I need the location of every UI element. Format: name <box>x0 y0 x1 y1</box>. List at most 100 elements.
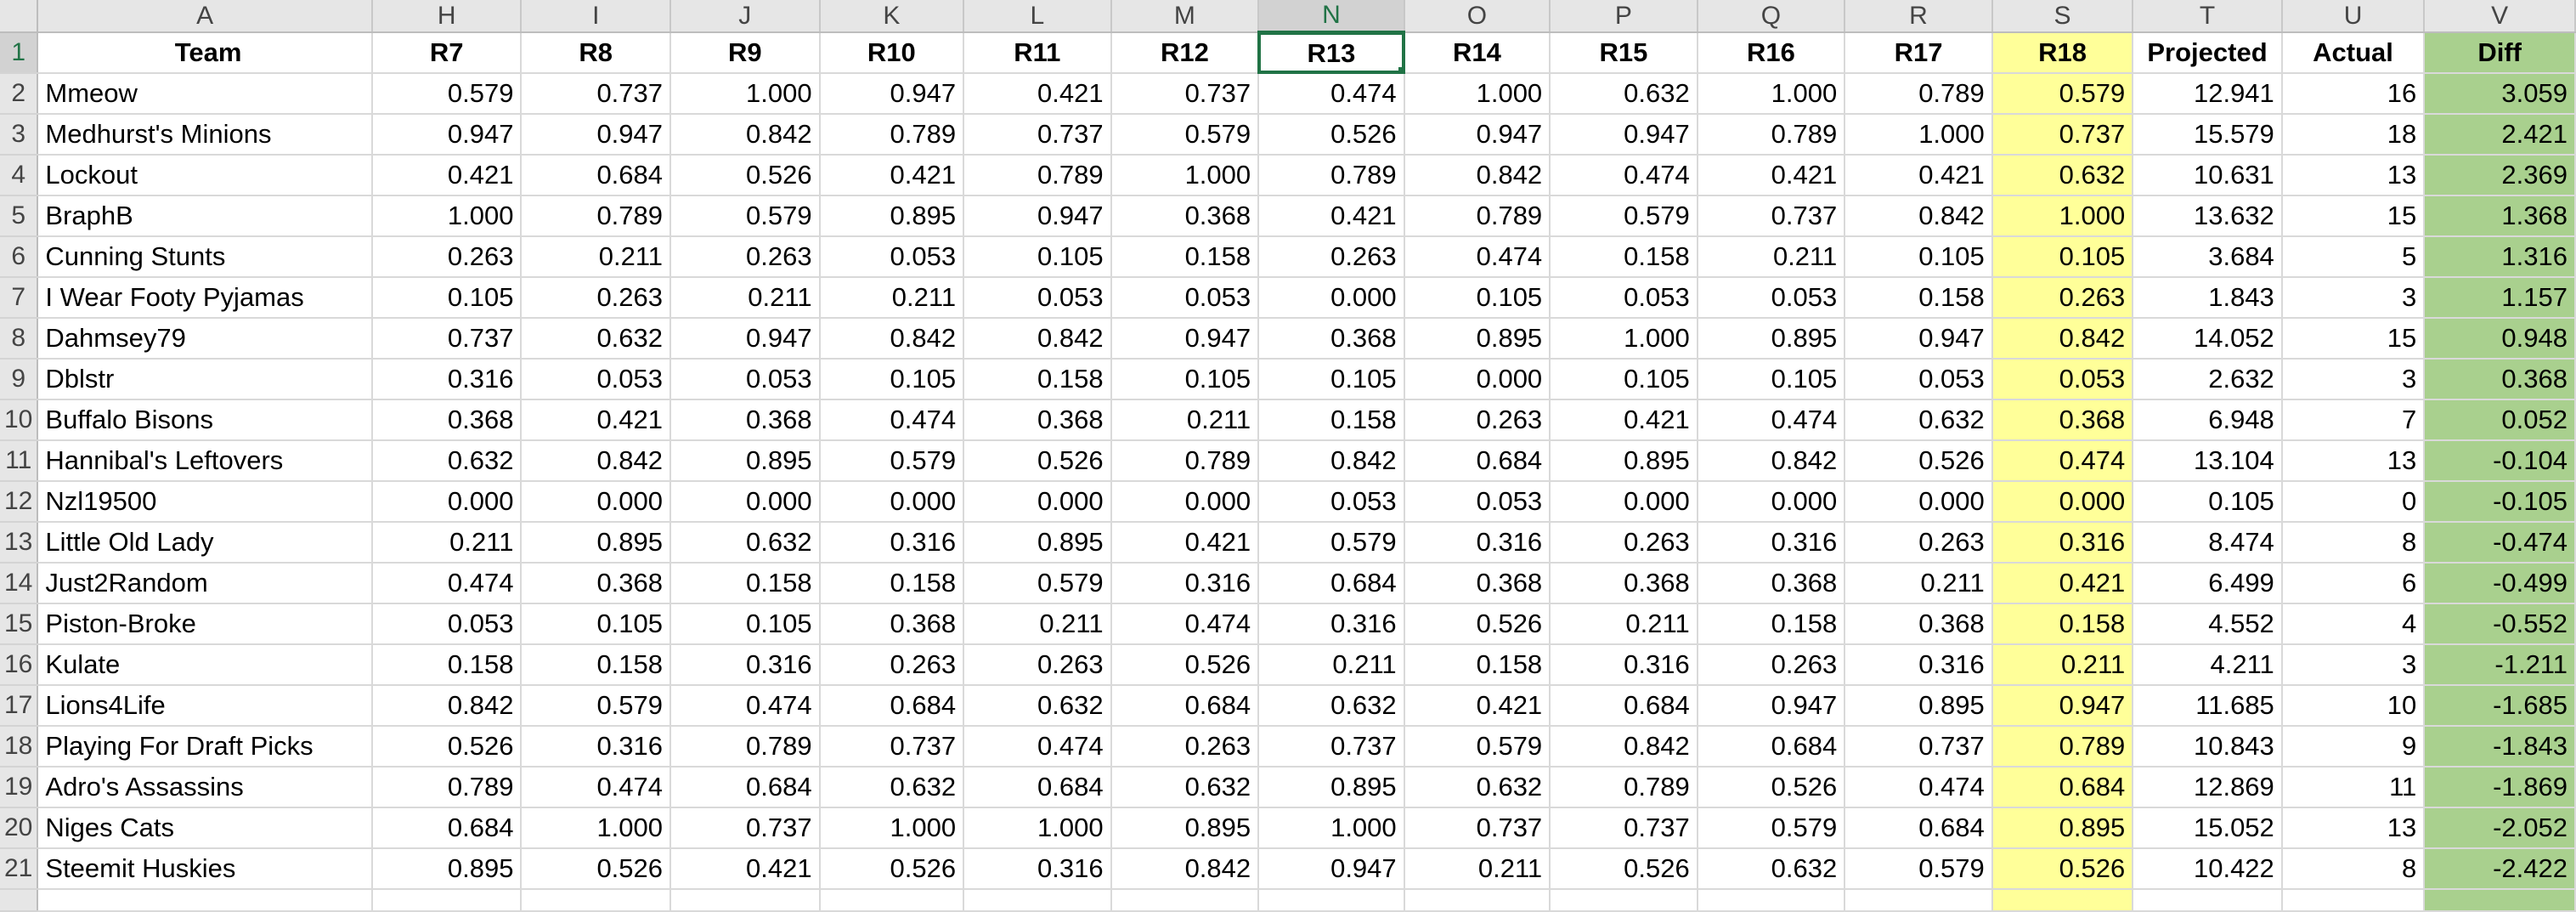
value-cell-l[interactable]: 0.842 <box>963 318 1112 360</box>
value-cell-q[interactable]: 0.842 <box>1697 440 1846 482</box>
value-cell-q[interactable]: 0.474 <box>1697 399 1846 441</box>
value-cell-t[interactable]: 13.632 <box>2133 195 2283 237</box>
value-cell-u[interactable]: 16 <box>2281 73 2426 115</box>
value-cell-i[interactable]: 0.789 <box>521 195 672 237</box>
column-header-r[interactable]: R <box>1844 0 1993 33</box>
value-cell-n[interactable]: 0.526 <box>1258 114 1405 156</box>
value-cell-r[interactable]: 0.526 <box>1844 440 1993 482</box>
value-cell-j[interactable]: 0.263 <box>670 236 821 278</box>
value-cell-r[interactable]: 0.737 <box>1844 726 1993 768</box>
value-cell-l[interactable]: 0.789 <box>963 155 1112 196</box>
value-cell-s[interactable]: 0.368 <box>1991 399 2134 441</box>
team-name-cell[interactable]: I Wear Footy Pyjamas <box>37 277 373 319</box>
team-name-cell[interactable]: Dahmsey79 <box>37 318 373 360</box>
value-cell-j[interactable]: 1.000 <box>670 73 821 115</box>
value-cell-h[interactable]: 0.842 <box>371 685 523 727</box>
value-cell-s[interactable]: 1.000 <box>1991 195 2134 237</box>
value-cell-s[interactable]: 0.526 <box>1991 848 2134 890</box>
row-header[interactable]: 20 <box>0 807 39 849</box>
value-cell-t[interactable]: 14.052 <box>2133 318 2283 360</box>
value-cell-o[interactable]: 0.526 <box>1404 603 1551 645</box>
value-cell-u[interactable]: 5 <box>2281 236 2426 278</box>
value-cell-o[interactable]: 0.421 <box>1404 685 1551 727</box>
team-name-cell[interactable]: Playing For Draft Picks <box>37 726 373 768</box>
value-cell-t[interactable]: 15.579 <box>2133 114 2283 156</box>
value-cell-j[interactable]: 0.632 <box>670 522 821 564</box>
value-cell-v[interactable]: -0.499 <box>2424 563 2576 604</box>
value-cell-p[interactable]: 0.263 <box>1550 522 1698 564</box>
value-cell-u[interactable]: 13 <box>2281 155 2426 196</box>
value-cell-i[interactable]: 1.000 <box>521 807 672 849</box>
value-cell-i[interactable]: 0.368 <box>521 563 672 604</box>
team-name-cell[interactable]: Piston-Broke <box>37 603 373 645</box>
value-cell-u[interactable]: 18 <box>2281 114 2426 156</box>
value-cell-t[interactable]: 10.631 <box>2133 155 2283 196</box>
value-cell-o[interactable]: 0.474 <box>1404 236 1551 278</box>
value-cell-r[interactable]: 0.632 <box>1844 399 1993 441</box>
value-cell-u[interactable]: 6 <box>2281 563 2426 604</box>
column-header-h[interactable]: H <box>371 0 523 33</box>
value-cell-v[interactable]: 2.421 <box>2424 114 2576 156</box>
row-header[interactable]: 3 <box>0 114 39 156</box>
value-cell-p[interactable]: 0.737 <box>1550 807 1698 849</box>
value-cell-t[interactable]: 11.685 <box>2133 685 2283 727</box>
value-cell-m[interactable]: 0.053 <box>1110 277 1260 319</box>
value-cell-p[interactable]: 0.895 <box>1550 440 1698 482</box>
value-cell-v[interactable]: -1.843 <box>2424 726 2576 768</box>
value-cell-k[interactable]: 0.316 <box>819 522 965 564</box>
value-cell-p[interactable]: 0.105 <box>1550 359 1698 400</box>
empty-cell[interactable] <box>371 889 523 912</box>
value-cell-t[interactable]: 15.052 <box>2133 807 2283 849</box>
value-cell-p[interactable]: 0.947 <box>1550 114 1698 156</box>
fill-handle[interactable] <box>1398 67 1403 71</box>
value-cell-m[interactable]: 0.947 <box>1110 318 1260 360</box>
active-cell[interactable]: R13 <box>1257 31 1405 74</box>
value-cell-n[interactable]: 0.842 <box>1258 440 1405 482</box>
value-cell-k[interactable]: 0.579 <box>819 440 965 482</box>
empty-cell[interactable] <box>1404 889 1551 912</box>
row-header[interactable]: 1 <box>0 32 39 74</box>
value-cell-v[interactable]: -2.422 <box>2424 848 2576 890</box>
column-header-s[interactable]: S <box>1991 0 2134 33</box>
value-cell-j[interactable]: 0.000 <box>670 481 821 523</box>
value-cell-j[interactable]: 0.579 <box>670 195 821 237</box>
value-cell-u[interactable]: 13 <box>2281 440 2426 482</box>
value-cell-m[interactable]: 0.579 <box>1110 114 1260 156</box>
value-cell-r[interactable]: 0.316 <box>1844 644 1993 686</box>
value-cell-p[interactable]: 0.579 <box>1550 195 1698 237</box>
value-cell-t[interactable]: 3.684 <box>2133 236 2283 278</box>
value-cell-n[interactable]: 0.000 <box>1258 277 1405 319</box>
empty-cell[interactable] <box>2133 889 2283 912</box>
value-cell-q[interactable]: 0.579 <box>1697 807 1846 849</box>
value-cell-o[interactable]: 0.368 <box>1404 563 1551 604</box>
value-cell-k[interactable]: 0.526 <box>819 848 965 890</box>
value-cell-h[interactable]: 0.737 <box>371 318 523 360</box>
empty-cell[interactable] <box>2424 889 2576 912</box>
value-cell-m[interactable]: 0.263 <box>1110 726 1260 768</box>
value-cell-n[interactable]: 0.421 <box>1258 195 1405 237</box>
value-cell-p[interactable]: 0.474 <box>1550 155 1698 196</box>
empty-cell[interactable] <box>1258 889 1405 912</box>
value-cell-r[interactable]: 0.579 <box>1844 848 1993 890</box>
value-cell-l[interactable]: 0.000 <box>963 481 1112 523</box>
value-cell-j[interactable]: 0.947 <box>670 318 821 360</box>
value-cell-t[interactable]: 4.552 <box>2133 603 2283 645</box>
value-cell-n[interactable]: 0.211 <box>1258 644 1405 686</box>
value-cell-l[interactable]: 0.895 <box>963 522 1112 564</box>
value-cell-k[interactable]: 0.211 <box>819 277 965 319</box>
value-cell-o[interactable]: 1.000 <box>1404 73 1551 115</box>
column-header-o[interactable]: O <box>1404 0 1551 33</box>
value-cell-m[interactable]: 0.211 <box>1110 399 1260 441</box>
value-cell-t[interactable]: 13.104 <box>2133 440 2283 482</box>
value-cell-m[interactable]: 0.105 <box>1110 359 1260 400</box>
row-header[interactable]: 10 <box>0 399 39 441</box>
value-cell-h[interactable]: 0.947 <box>371 114 523 156</box>
value-cell-o[interactable]: 0.947 <box>1404 114 1551 156</box>
value-cell-q[interactable]: 1.000 <box>1697 73 1846 115</box>
select-all-corner[interactable] <box>0 0 39 33</box>
value-cell-r[interactable]: 0.053 <box>1844 359 1993 400</box>
value-cell-l[interactable]: 0.947 <box>963 195 1112 237</box>
value-cell-r[interactable]: 0.684 <box>1844 807 1993 849</box>
value-cell-n[interactable]: 0.789 <box>1258 155 1405 196</box>
value-cell-v[interactable]: 0.368 <box>2424 359 2576 400</box>
